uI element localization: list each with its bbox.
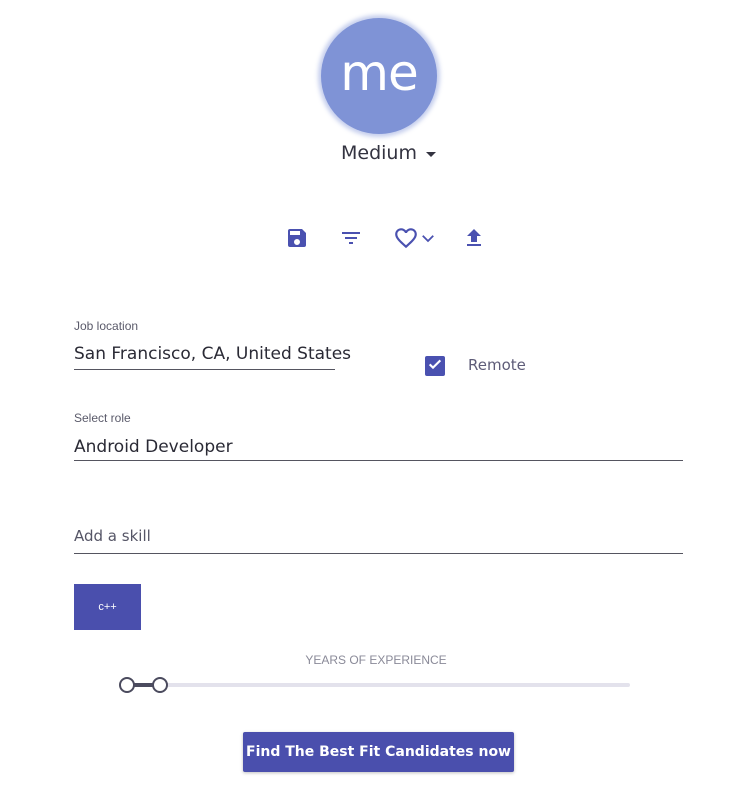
remote-label[interactable]: Remote [468, 356, 526, 374]
select-role-input[interactable]: Android Developer [74, 437, 233, 457]
experience-slider-track[interactable] [120, 683, 630, 687]
upload-icon [462, 226, 486, 250]
job-location-input[interactable]: San Francisco, CA, United States [74, 344, 351, 364]
chevron-down-icon [419, 229, 437, 247]
job-location-underline [74, 369, 335, 370]
experience-slider-min-thumb[interactable] [119, 677, 135, 693]
avatar-initials: me [340, 44, 418, 102]
job-location-label: Job location [74, 319, 139, 333]
find-candidates-button[interactable]: Find The Best Fit Candidates now [243, 732, 514, 772]
favorites-dropdown-button[interactable] [392, 224, 438, 252]
save-button[interactable] [285, 224, 309, 252]
check-icon [427, 356, 443, 377]
save-icon [285, 226, 309, 250]
level-dropdown[interactable]: Medium [341, 140, 436, 166]
add-skill-input[interactable]: Add a skill [74, 527, 151, 545]
level-dropdown-label: Medium [341, 142, 417, 164]
heart-icon [393, 225, 419, 251]
filter-button[interactable] [339, 224, 363, 252]
add-skill-underline [74, 553, 683, 554]
caret-down-icon [425, 152, 436, 157]
select-role-underline [74, 460, 683, 461]
upload-button[interactable] [462, 224, 486, 252]
select-role-label: Select role [74, 411, 131, 425]
filter-icon [339, 226, 363, 250]
skill-chip[interactable]: c++ [74, 584, 141, 630]
experience-slider-max-thumb[interactable] [152, 677, 168, 693]
toolbar [0, 224, 752, 252]
experience-caption: YEARS OF EXPERIENCE [305, 653, 447, 667]
avatar[interactable]: me [321, 18, 437, 134]
remote-checkbox[interactable] [425, 356, 445, 376]
